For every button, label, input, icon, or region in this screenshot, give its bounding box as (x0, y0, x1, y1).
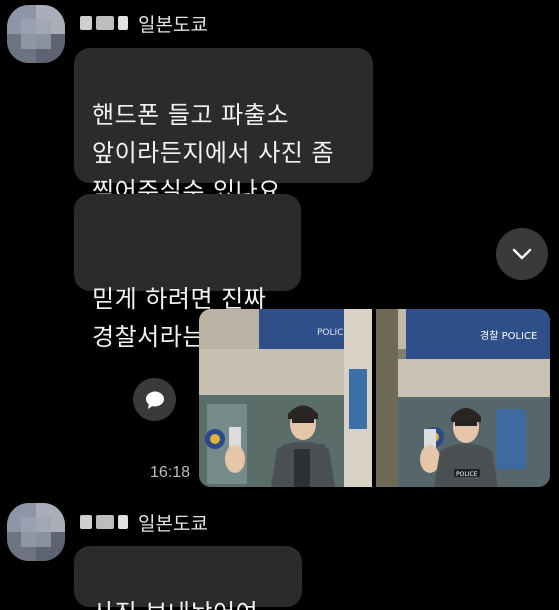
speech-bubble-icon (145, 391, 164, 409)
sender-name: 일본도쿄 (80, 509, 208, 535)
message-bubble[interactable]: 믿게 하려면 진짜 경찰서라는걸 (74, 194, 301, 351)
police-station-photo: 경찰 POLICE POLICE (376, 309, 550, 487)
message-text: 핸드폰 들고 파출소 앞이라든지에서 사진 좀 찍어주실수 있나요 (92, 101, 335, 205)
comment-button[interactable] (133, 378, 176, 421)
message-bubble[interactable]: 사진 보내놨어여~ (74, 546, 302, 610)
scroll-down-button[interactable] (496, 228, 548, 280)
police-station-photo: POLICE (199, 309, 372, 487)
chevron-down-icon (512, 248, 532, 260)
sender-name: 일본도쿄 (80, 10, 208, 36)
message-text: 사진 보내놨어여~ (92, 599, 279, 610)
sent-photo[interactable]: 경찰 POLICE POLICE (376, 309, 550, 487)
chat-room: 일본도쿄 핸드폰 들고 파출소 앞이라든지에서 사진 좀 찍어주실수 있나요 믿… (0, 0, 559, 610)
avatar[interactable] (7, 5, 65, 63)
blurred-name (80, 13, 130, 33)
station-sign-text: 경찰 POLICE (480, 329, 537, 342)
message-time: 16:18 (150, 464, 191, 481)
sender-name-text: 일본도쿄 (138, 512, 208, 535)
sent-photo[interactable]: POLICE (199, 309, 372, 487)
vest-text: POLICE (456, 471, 478, 478)
sender-name-text: 일본도쿄 (138, 13, 208, 36)
message-bubble[interactable]: 핸드폰 들고 파출소 앞이라든지에서 사진 좀 찍어주실수 있나요 (74, 48, 373, 205)
avatar[interactable] (7, 503, 65, 561)
blurred-name (80, 512, 130, 532)
